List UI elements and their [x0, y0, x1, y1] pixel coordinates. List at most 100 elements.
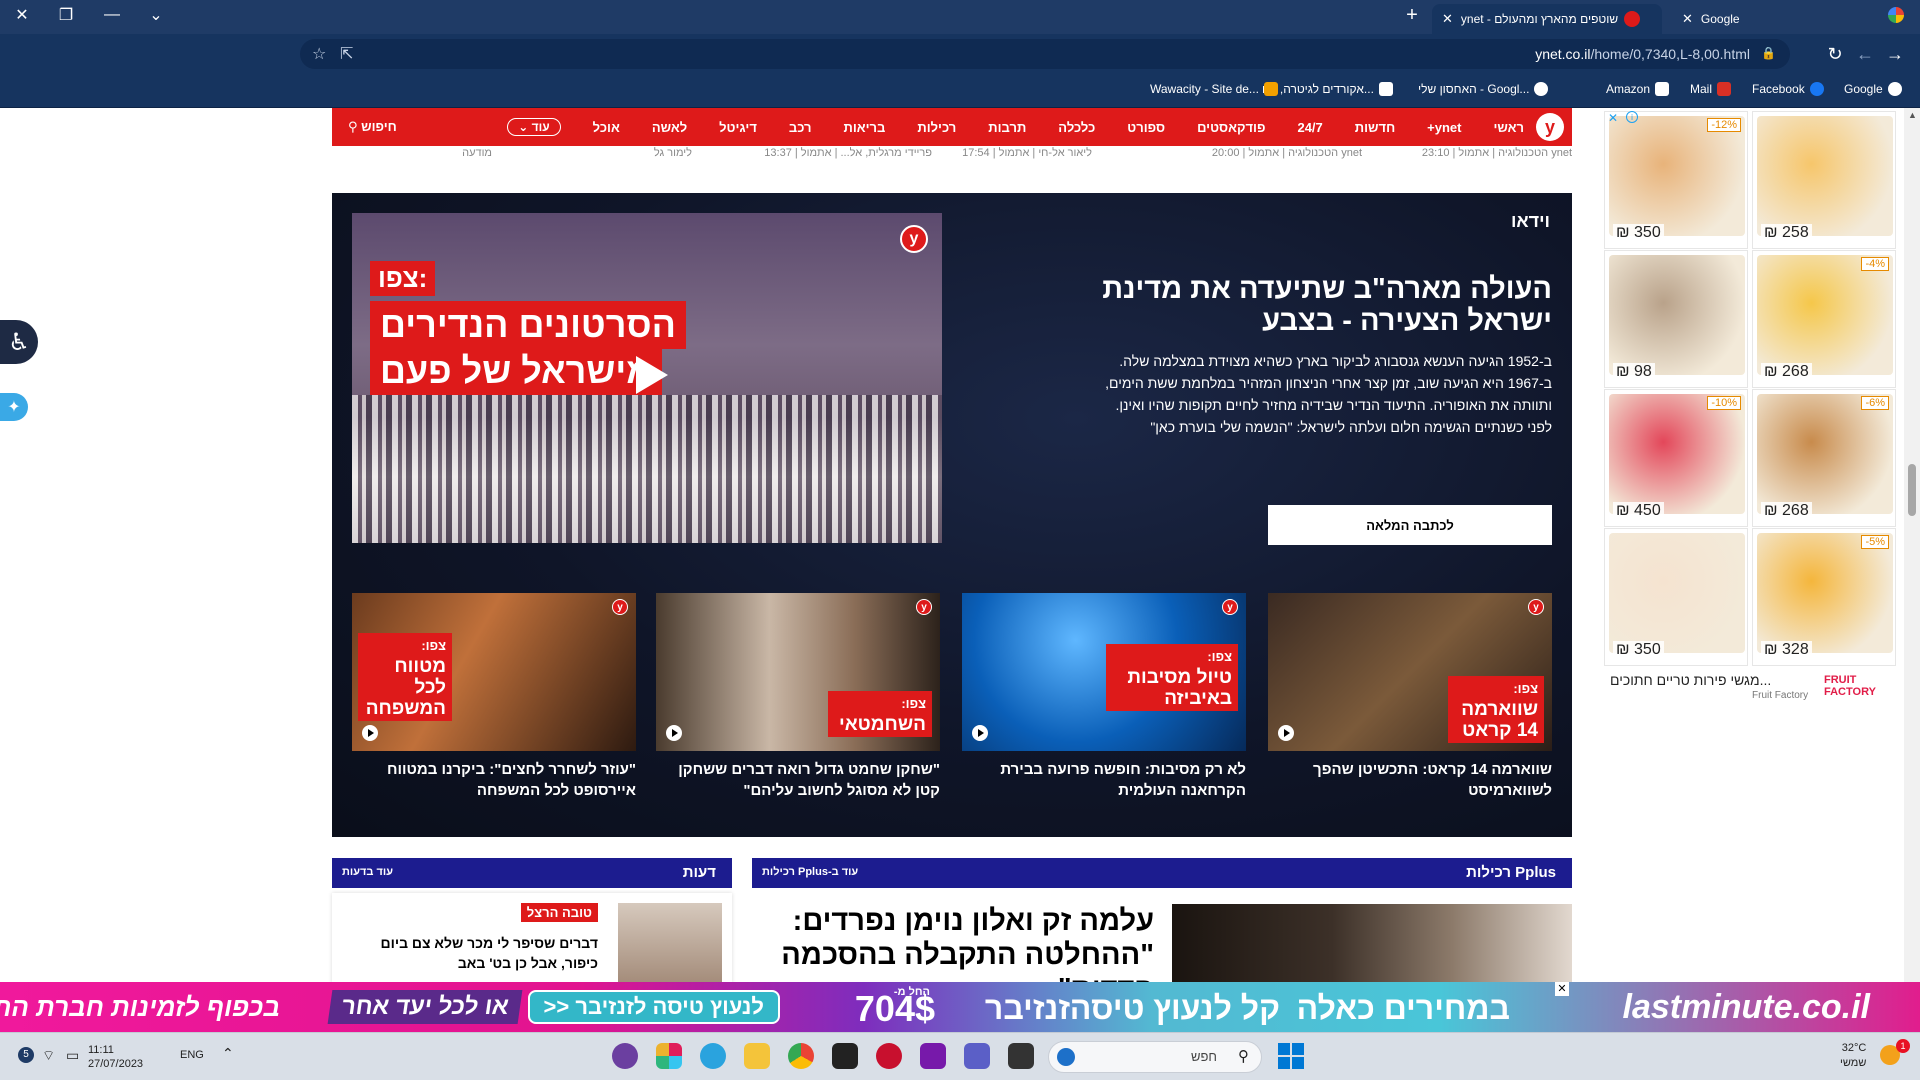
video-card-title[interactable]: לא רק מסיבות: חופשה פרועה בבירת הקרחאנה …	[962, 759, 1246, 801]
ad-info-icon[interactable]: i	[1626, 111, 1638, 123]
video-thumbnail[interactable]: צפו: שווארמה 14 קראט y	[1268, 593, 1552, 751]
play-icon[interactable]	[622, 348, 676, 402]
nav-item[interactable]: אוכל	[593, 120, 620, 135]
github-app-icon[interactable]	[612, 1043, 638, 1069]
bookmark-facebook[interactable]: Facebook	[1752, 82, 1824, 96]
tab-ynet[interactable]: ✕ ynet - שוטפים מהארץ ומהעולם	[1432, 4, 1662, 34]
google-account-icon[interactable]	[1876, 0, 1916, 30]
wifi-icon[interactable]: ⌔	[42, 1047, 55, 1065]
minimize-icon[interactable]: —	[92, 0, 132, 30]
bookmark-drive[interactable]: האחסון שלי - Googl...	[1418, 82, 1549, 96]
bookmark-mail[interactable]: Mail	[1690, 82, 1732, 96]
bookmark-star-icon[interactable]: ☆	[312, 44, 326, 64]
telegram-app-icon[interactable]	[700, 1043, 726, 1069]
nav-item[interactable]: ספורט	[1127, 120, 1165, 135]
restore-icon[interactable]: ❐	[46, 0, 86, 30]
tab-list-icon[interactable]: ⌄	[136, 0, 176, 30]
reload-icon[interactable]: ↻	[1820, 39, 1850, 69]
share-icon[interactable]: ⇱	[340, 44, 353, 64]
app-red-icon[interactable]	[876, 1043, 902, 1069]
bookmark-chords[interactable]: אקורדים לגיטרה, תוו...	[1262, 82, 1393, 96]
onenote-app-icon[interactable]	[920, 1043, 946, 1069]
video-card[interactable]: צפו: טיול מסיבות באיביזה y לא רק מסיבות: …	[962, 593, 1246, 801]
lock-icon[interactable]: 🔒	[1761, 46, 1776, 60]
ad-tagline[interactable]: מגשי פירות טריים חתוכים...	[1610, 672, 1771, 688]
slack-app-icon[interactable]	[656, 1043, 682, 1069]
close-tab-icon[interactable]: ✕	[1442, 11, 1453, 27]
windows-start-icon[interactable]	[1278, 1043, 1304, 1069]
nav-item[interactable]: 24/7	[1297, 120, 1322, 135]
network-icon[interactable]: ▭	[66, 1047, 79, 1064]
butterfly-widget-icon[interactable]: ✦	[0, 393, 28, 421]
nav-item[interactable]: בריאות	[844, 120, 886, 135]
main-video-thumbnail[interactable]: צפו: הסרטונים הנדירים מישראל של פעם y	[352, 213, 942, 543]
forward-icon[interactable]: →	[1880, 39, 1910, 69]
close-window-icon[interactable]: ✕	[2, 0, 42, 30]
section-title[interactable]: Pplus רכילות	[1466, 864, 1556, 881]
video-card-title[interactable]: שווארמה 14 קראט: התכשיטן שהפך לשווארמיסט	[1268, 759, 1552, 801]
read-more-button[interactable]: לכתבה המלאה	[1268, 505, 1552, 545]
tray-chevron-icon[interactable]: ⌃	[222, 1045, 234, 1062]
nav-item[interactable]: דיגיטל	[719, 120, 757, 135]
back-icon[interactable]: ←	[1850, 39, 1880, 69]
video-headline[interactable]: העולה מארה"ב שתיעדה את מדינת ישראל הצעיר…	[1052, 273, 1552, 337]
video-card[interactable]: צפו: מטווח לכל המשפחה y "עוזר לשחרר לחצים…	[352, 593, 636, 801]
video-card[interactable]: צפו: שווארמה 14 קראט y שווארמה 14 קראט: ה…	[1268, 593, 1552, 801]
nav-item[interactable]: ynet+	[1427, 120, 1461, 135]
ad-close-icon[interactable]: ✕	[1608, 111, 1618, 125]
opinion-card[interactable]: טובה הרצל דברים שסיפר לי מכר שלא צם ביום…	[332, 893, 732, 983]
video-card-title[interactable]: "שחקן שחמט גדול רואה דברים ששחקן קטן לא …	[656, 759, 940, 801]
ad-product[interactable]: -5% ₪ 328	[1752, 528, 1896, 666]
nav-item[interactable]: רכב	[789, 120, 812, 135]
nav-item[interactable]: חדשות	[1355, 120, 1395, 135]
nav-item[interactable]: תרבות	[988, 120, 1026, 135]
ad-product[interactable]: -10% ₪ 450	[1604, 389, 1748, 527]
video-card[interactable]: צפו: השחמטאי y "שחקן שחמט גדול רואה דברים…	[656, 593, 940, 801]
scrollbar-thumb[interactable]	[1908, 464, 1916, 516]
ad-product[interactable]: -6% ₪ 268	[1752, 389, 1896, 527]
nav-more-button[interactable]: עוד ⌄	[507, 118, 561, 136]
terminal-app-icon[interactable]	[832, 1043, 858, 1069]
accessibility-icon[interactable]: ♿	[0, 320, 38, 364]
bottom-ad-banner[interactable]: lastminute.co.il במחירים כאלה קל לנעוץ ט…	[0, 982, 1920, 1032]
bookmark-wawacity[interactable]: Wawacity - Site de...	[1150, 82, 1278, 96]
taskbar-search[interactable]: חפש ⚲	[1048, 1041, 1262, 1073]
bookmark-amazon[interactable]: Amazon	[1606, 82, 1670, 96]
ad-product[interactable]: ₪ 258	[1752, 111, 1896, 249]
ad-product[interactable]: ₪ 98	[1604, 250, 1748, 388]
bookmark-google[interactable]: Google	[1844, 82, 1902, 96]
nav-item[interactable]: כלכלה	[1058, 120, 1095, 135]
nav-search-button[interactable]: חיפוש ⚲	[348, 119, 397, 135]
language-indicator[interactable]: ENG	[180, 1049, 204, 1061]
notification-count[interactable]: 5	[18, 1047, 34, 1063]
banner-cta-button[interactable]: לנעוץ טיסה לזנזיבר <<	[527, 990, 780, 1024]
video-card-title[interactable]: "עוזר לשחרר לחצים": ביקרנו במטווח איירסו…	[352, 759, 636, 801]
close-tab-icon[interactable]: ✕	[1682, 11, 1693, 27]
nav-item[interactable]: לאשה	[652, 120, 687, 135]
tab-google[interactable]: ✕ Google	[1672, 4, 1872, 34]
video-thumbnail[interactable]: צפו: השחמטאי y	[656, 593, 940, 751]
file-explorer-icon[interactable]	[744, 1043, 770, 1069]
ynet-logo[interactable]: y	[1536, 113, 1564, 141]
ad-product[interactable]: ₪ 350	[1604, 528, 1748, 666]
scroll-up-icon[interactable]: ▲	[1908, 110, 1917, 120]
nav-item[interactable]: פודקאסטים	[1197, 120, 1265, 135]
teams-app-icon[interactable]	[964, 1043, 990, 1069]
nav-item[interactable]: ראשי	[1494, 120, 1525, 135]
weather-widget[interactable]: 32°C שמשי	[1840, 1041, 1866, 1071]
ad-brand-logo[interactable]: FRUIT FACTORY	[1824, 674, 1902, 698]
banner-close-icon[interactable]: ✕	[1555, 982, 1569, 996]
opinion-text[interactable]: דברים שסיפר לי מכר שלא צם ביום כיפור, אב…	[348, 933, 598, 973]
new-tab-icon[interactable]: +	[1392, 0, 1432, 30]
section-more-link[interactable]: עוד בדעות	[342, 866, 393, 878]
chrome-app-icon[interactable]	[788, 1043, 814, 1069]
page-scrollbar[interactable]: ▲ ▼	[1904, 108, 1920, 1032]
app-window-icon[interactable]	[1008, 1043, 1034, 1069]
address-bar[interactable]: ☆ ⇱ ynet.co.il/home/0,7340,L-8,00.html 🔒	[300, 39, 1790, 69]
ad-product[interactable]: -12% ₪ 350	[1604, 111, 1748, 249]
video-thumbnail[interactable]: צפו: טיול מסיבות באיביזה y	[962, 593, 1246, 751]
section-title[interactable]: דעות	[683, 864, 716, 881]
section-more-link[interactable]: עוד ב-Pplus רכילות	[762, 866, 858, 878]
nav-item[interactable]: רכילות	[917, 120, 956, 135]
ad-product[interactable]: -4% ₪ 268	[1752, 250, 1896, 388]
